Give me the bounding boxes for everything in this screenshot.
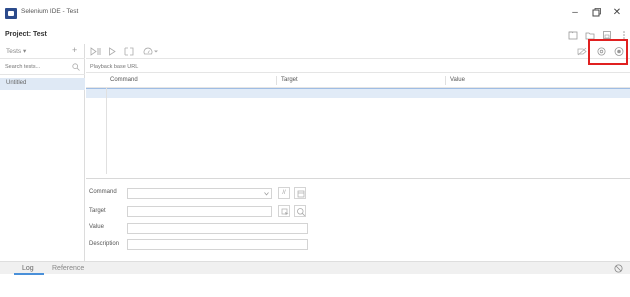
row-number-gutter xyxy=(106,88,107,174)
column-divider xyxy=(445,76,446,85)
disable-breakpoints-button[interactable] xyxy=(577,47,587,56)
bottom-panel-tabs: Log Reference xyxy=(0,261,630,275)
clear-icon xyxy=(614,264,623,273)
commands-table-body xyxy=(86,88,630,178)
tab-reference[interactable]: Reference xyxy=(48,263,88,275)
selenium-app-icon xyxy=(5,8,17,19)
find-target-button[interactable] xyxy=(294,205,306,217)
breakpoints-disabled-icon xyxy=(577,47,587,56)
speed-button[interactable] xyxy=(143,47,159,56)
run-all-icon xyxy=(90,47,101,56)
run-current-test-button[interactable] xyxy=(108,47,117,56)
project-title: Project: Test xyxy=(5,31,47,38)
title-bar: Selenium IDE - Test – ✕ xyxy=(0,0,630,28)
step-over-button[interactable] xyxy=(124,47,134,56)
test-item[interactable]: Untitled xyxy=(0,78,85,90)
select-target-icon xyxy=(281,208,288,215)
add-test-button[interactable]: + xyxy=(72,45,77,55)
highlight-box xyxy=(588,39,628,65)
open-reference-button[interactable] xyxy=(294,187,306,199)
playback-toolbar xyxy=(86,44,630,59)
column-header-target: Target xyxy=(281,77,298,83)
search-icon xyxy=(296,207,305,216)
search-tests-input[interactable] xyxy=(5,62,63,72)
target-label: Target xyxy=(89,208,106,214)
project-bar: Project: Test xyxy=(0,28,630,44)
command-editor: Command // Target Value Description xyxy=(86,178,630,261)
close-window-button[interactable]: ✕ xyxy=(607,5,627,21)
run-all-tests-button[interactable] xyxy=(90,47,102,56)
tests-panel: Tests ▾ + Untitled xyxy=(0,44,85,261)
playback-base-url-input[interactable] xyxy=(90,62,290,71)
value-field[interactable] xyxy=(127,223,308,234)
restore-icon xyxy=(592,8,601,17)
open-window-icon xyxy=(297,190,304,197)
step-icon xyxy=(124,47,134,56)
command-field[interactable] xyxy=(127,188,272,199)
maximize-button[interactable] xyxy=(586,5,606,21)
window-title: Selenium IDE - Test xyxy=(21,8,79,15)
play-icon xyxy=(109,47,116,56)
commands-table-header: Command Target Value xyxy=(86,73,630,88)
description-label: Description xyxy=(89,241,120,247)
search-row xyxy=(0,59,85,75)
clear-log-button[interactable] xyxy=(614,264,623,273)
active-tab-indicator xyxy=(14,273,44,275)
column-header-value: Value xyxy=(450,77,465,83)
speedometer-icon xyxy=(143,47,158,55)
chevron-down-icon xyxy=(264,192,269,196)
value-label: Value xyxy=(89,224,104,230)
tests-header: Tests ▾ + xyxy=(0,44,85,59)
table-row[interactable] xyxy=(86,88,630,98)
test-item-label: Untitled xyxy=(6,80,27,86)
column-divider xyxy=(276,76,277,85)
comment-toggle-button[interactable]: // xyxy=(278,187,290,199)
description-field[interactable] xyxy=(127,239,308,250)
new-project-icon xyxy=(568,31,578,40)
search-icon[interactable] xyxy=(72,63,80,71)
command-label: Command xyxy=(89,189,117,195)
target-field[interactable] xyxy=(127,206,272,217)
select-target-button[interactable] xyxy=(278,205,290,217)
column-header-command: Command xyxy=(110,77,138,83)
new-project-button[interactable] xyxy=(568,30,578,40)
base-url-row xyxy=(86,59,630,73)
tests-dropdown[interactable]: Tests ▾ xyxy=(6,47,26,55)
minimize-button[interactable]: – xyxy=(565,5,585,21)
